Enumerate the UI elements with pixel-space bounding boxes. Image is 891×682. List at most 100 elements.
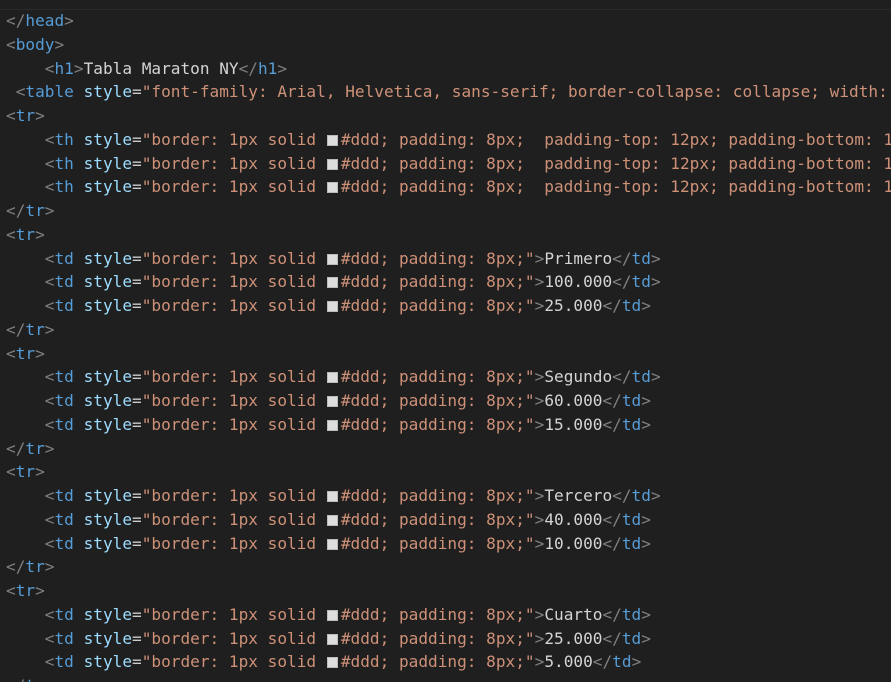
code-line[interactable]: <tr>: [6, 460, 891, 484]
tag-name-token: td: [54, 652, 74, 672]
code-line[interactable]: <td style="border: 1px solid #ddd; paddi…: [6, 508, 891, 532]
tag-name-token: td: [631, 272, 651, 292]
bracket-token: >: [64, 11, 74, 30]
code-lines[interactable]: </head> <body> <h1>Tabla Maraton NY</h1> …: [6, 9, 891, 682]
code-line[interactable]: <th style="border: 1px solid #ddd; paddi…: [6, 128, 891, 152]
code-line[interactable]: <table style="font-family: Arial, Helvet…: [6, 80, 891, 104]
string-token: #ddd; padding: 8px;": [340, 533, 535, 553]
bracket-token: >: [35, 224, 45, 244]
attribute-name-token: style: [83, 177, 133, 197]
color-swatch-icon[interactable]: [326, 158, 338, 170]
code-line[interactable]: <td style="border: 1px solid #ddd; paddi…: [6, 365, 891, 389]
code-line[interactable]: <td style="border: 1px solid #ddd; paddi…: [6, 247, 891, 271]
bracket-token: <: [44, 177, 55, 197]
equals-token: =: [132, 153, 142, 173]
code-line[interactable]: <td style="border: 1px solid #ddd; paddi…: [6, 413, 891, 437]
string-token: "border: 1px solid: [141, 533, 326, 553]
equals-token: =: [132, 248, 142, 268]
equals-token: =: [132, 367, 142, 387]
bracket-token: <: [44, 486, 55, 505]
bracket-token: >: [641, 604, 651, 624]
bracket-token: </: [6, 676, 25, 682]
tag-name-token: td: [621, 414, 642, 434]
equals-token: =: [132, 414, 142, 434]
bracket-token: >: [650, 248, 661, 268]
bracket-token: <: [6, 343, 16, 363]
code-line[interactable]: <body>: [6, 33, 891, 57]
tag-name-token: td: [54, 367, 74, 387]
code-line[interactable]: <td style="border: 1px solid #ddd; paddi…: [6, 627, 891, 651]
attribute-name-token: style: [83, 414, 133, 434]
code-line[interactable]: </head>: [6, 9, 891, 33]
color-swatch-icon[interactable]: [326, 134, 338, 146]
text-token: Tabla Maraton NY: [83, 58, 239, 78]
code-line[interactable]: </tr>: [6, 199, 891, 223]
text-token: 25.000: [544, 628, 603, 648]
code-line[interactable]: <td style="border: 1px solid #ddd; paddi…: [6, 532, 891, 556]
tag-name-token: th: [54, 153, 74, 173]
code-line[interactable]: <tr>: [6, 579, 891, 603]
code-line[interactable]: <td style="border: 1px solid #ddd; paddi…: [6, 389, 891, 413]
string-token: #ddd; padding: 8px;": [340, 391, 535, 410]
bracket-token: >: [534, 533, 545, 553]
string-token: "border: 1px solid: [141, 652, 326, 672]
code-line[interactable]: <td style="border: 1px solid #ddd; paddi…: [6, 603, 891, 627]
code-line[interactable]: </tr>: [6, 674, 891, 682]
tag-name-token: td: [54, 391, 74, 410]
bracket-token: >: [35, 106, 45, 125]
color-swatch-icon[interactable]: [326, 657, 338, 669]
color-swatch-icon[interactable]: [326, 182, 338, 194]
bracket-token: <: [15, 82, 26, 102]
code-line[interactable]: <td style="border: 1px solid #ddd; paddi…: [6, 270, 891, 294]
string-token: "border: 1px solid: [141, 248, 326, 268]
code-line[interactable]: <tr>: [6, 223, 891, 247]
tag-name-token: td: [621, 509, 642, 529]
bracket-token: >: [650, 367, 661, 387]
code-editor[interactable]: </head> <body> <h1>Tabla Maraton NY</h1> …: [0, 0, 891, 682]
color-swatch-icon[interactable]: [326, 538, 338, 550]
bracket-token: >: [650, 486, 661, 505]
bracket-token: >: [35, 462, 45, 482]
bracket-token: >: [277, 58, 288, 78]
bracket-token: >: [641, 509, 651, 529]
color-swatch-icon[interactable]: [326, 277, 338, 289]
string-token: #ddd; padding: 8px;": [340, 248, 535, 268]
color-swatch-icon[interactable]: [326, 253, 338, 265]
code-line[interactable]: <th style="border: 1px solid #ddd; paddi…: [6, 175, 891, 199]
color-swatch-icon[interactable]: [326, 491, 338, 502]
bracket-token: </: [602, 604, 622, 624]
code-line[interactable]: </tr>: [6, 555, 891, 579]
tag-name-token: tr: [25, 319, 45, 339]
color-swatch-icon[interactable]: [326, 372, 338, 384]
code-line[interactable]: <td style="border: 1px solid #ddd; paddi…: [6, 294, 891, 318]
code-line[interactable]: <tr>: [6, 104, 891, 128]
color-swatch-icon[interactable]: [326, 514, 338, 526]
code-line[interactable]: <th style="border: 1px solid #ddd; paddi…: [6, 152, 891, 176]
bracket-token: >: [534, 414, 545, 434]
code-line[interactable]: <tr>: [6, 342, 891, 366]
color-swatch-icon[interactable]: [326, 609, 338, 621]
equals-token: =: [132, 272, 142, 292]
bracket-token: </: [612, 248, 632, 268]
bracket-token: </: [592, 652, 613, 672]
code-line[interactable]: <td style="border: 1px solid #ddd; paddi…: [6, 484, 891, 508]
color-swatch-icon[interactable]: [326, 396, 338, 407]
bracket-token: >: [44, 438, 55, 458]
attribute-name-token: style: [83, 367, 133, 387]
color-swatch-icon[interactable]: [326, 633, 338, 645]
code-line[interactable]: </tr>: [6, 318, 891, 342]
color-swatch-icon[interactable]: [326, 301, 338, 312]
code-line[interactable]: <h1>Tabla Maraton NY</h1>: [6, 57, 891, 81]
code-line[interactable]: </tr>: [6, 437, 891, 461]
code-line[interactable]: <td style="border: 1px solid #ddd; paddi…: [6, 650, 891, 674]
color-swatch-icon[interactable]: [326, 419, 338, 431]
equals-token: =: [132, 628, 142, 648]
